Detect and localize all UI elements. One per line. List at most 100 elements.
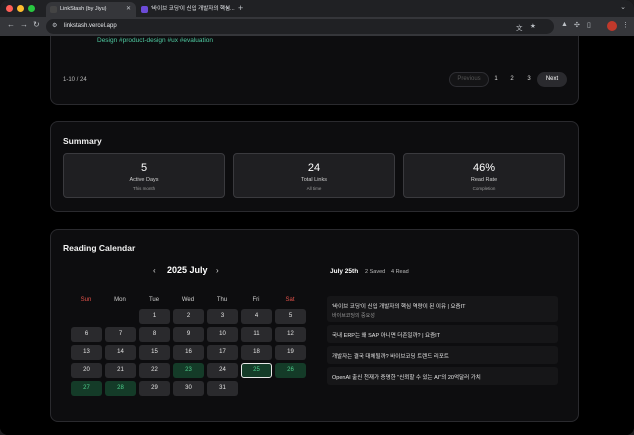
stat-sublabel: All time bbox=[306, 186, 322, 191]
stat-total-links: 24 Total Links All time bbox=[233, 153, 395, 198]
calendar-day-10[interactable]: 10 bbox=[207, 327, 238, 342]
weekday-mon: Mon bbox=[114, 297, 126, 303]
link-entry[interactable]: 국내 ERP는 왜 SAP 아니면 더존일까? | 요즘IT bbox=[327, 325, 558, 343]
calendar-day-15[interactable]: 15 bbox=[139, 345, 170, 360]
next-month-icon[interactable]: › bbox=[216, 266, 219, 275]
url-text: linkstash.vercel.app bbox=[64, 22, 117, 29]
calendar-day-25[interactable]: 25 bbox=[241, 363, 272, 378]
new-tab-button[interactable]: + bbox=[238, 2, 243, 15]
menu-icon[interactable]: ⋮ bbox=[622, 21, 629, 29]
previous-month-icon[interactable]: ‹ bbox=[153, 266, 156, 275]
link-entry[interactable]: 개발자는 결국 대체될까? 바이브코딩 트렌드 리포트 bbox=[327, 346, 558, 364]
link-title: '바이브 코딩'이 신입 개발자의 핵심 역량이 된 이유 | 요즘IT bbox=[332, 304, 466, 310]
stat-value: 5 bbox=[140, 162, 148, 174]
page-1-button[interactable]: 1 bbox=[489, 72, 503, 87]
calendar-day-24[interactable]: 24 bbox=[207, 363, 238, 378]
summary-title: Summary bbox=[63, 136, 102, 146]
link-tags: Design #product-design #ux #evaluation bbox=[97, 37, 213, 44]
calendar-day-22[interactable]: 22 bbox=[139, 363, 170, 378]
stat-label: Read Rate bbox=[470, 177, 498, 183]
profile-avatar[interactable] bbox=[607, 21, 617, 31]
calendar-day-23[interactable]: 23 bbox=[173, 363, 204, 378]
calendar-day-27[interactable]: 27 bbox=[71, 381, 102, 396]
stat-sublabel: This month bbox=[132, 186, 156, 191]
page-content: Design #product-design #ux #evaluation 1… bbox=[0, 36, 634, 435]
close-tab-icon[interactable]: ✕ bbox=[225, 2, 230, 17]
calendar-day-2[interactable]: 2 bbox=[173, 309, 204, 324]
calendar-day-3[interactable]: 3 bbox=[207, 309, 238, 324]
link-entry[interactable]: '바이브 코딩'이 신입 개발자의 핵심 역량이 된 이유 | 요즘IT 바이브… bbox=[327, 296, 558, 322]
read-count: 4 Read bbox=[391, 269, 409, 275]
calendar-day-30[interactable]: 30 bbox=[173, 381, 204, 396]
maximize-window-button[interactable] bbox=[28, 5, 35, 12]
weekday-fri: Fri bbox=[252, 297, 260, 303]
extensions-puzzle-icon[interactable]: ✣ bbox=[574, 21, 580, 29]
calendar-day-13[interactable]: 13 bbox=[71, 345, 102, 360]
favicon-icon bbox=[50, 6, 57, 13]
link-entry[interactable]: OpenAI 출신 천재가 증명한 "신뢰할 수 있는 AI"의 20억달러 가… bbox=[327, 367, 558, 385]
forward-icon[interactable]: → bbox=[20, 20, 28, 29]
close-tab-icon[interactable]: ✕ bbox=[126, 2, 131, 17]
calendar-day-19[interactable]: 19 bbox=[275, 345, 306, 360]
next-page-button[interactable]: Next bbox=[537, 72, 567, 87]
tab-linkstash[interactable]: LinkStash (by Jiyu) ✕ bbox=[46, 2, 136, 17]
calendar-day-29[interactable]: 29 bbox=[139, 381, 170, 396]
previous-page-button[interactable]: Previous bbox=[449, 72, 489, 87]
stat-read-rate: 46% Read Rate Completion bbox=[403, 153, 565, 198]
calendar-day-20[interactable]: 20 bbox=[71, 363, 102, 378]
calendar-day-21[interactable]: 21 bbox=[105, 363, 136, 378]
back-icon[interactable]: ← bbox=[7, 20, 15, 29]
page-2-button[interactable]: 2 bbox=[505, 72, 519, 87]
reload-icon[interactable]: ↻ bbox=[33, 20, 40, 29]
calendar-title: Reading Calendar bbox=[63, 243, 136, 253]
calendar-day-5[interactable]: 5 bbox=[275, 309, 306, 324]
link-title: 국내 ERP는 왜 SAP 아니면 더존일까? | 요즘IT bbox=[332, 333, 441, 339]
calendar-day-31[interactable]: 31 bbox=[207, 381, 238, 396]
link-title: 개발자는 결국 대체될까? 바이브코딩 트렌드 리포트 bbox=[332, 354, 449, 360]
calendar-day-4[interactable]: 4 bbox=[241, 309, 272, 324]
sidepanel-icon[interactable]: ▯ bbox=[587, 21, 591, 29]
page-3-button[interactable]: 3 bbox=[522, 72, 536, 87]
calendar-day-16[interactable]: 16 bbox=[173, 345, 204, 360]
saved-count: 2 Saved bbox=[365, 269, 386, 275]
calendar-day-11[interactable]: 11 bbox=[241, 327, 272, 342]
calendar-day-8[interactable]: 8 bbox=[139, 327, 170, 342]
weekday-wed: Wed bbox=[181, 297, 195, 303]
link-title: OpenAI 출신 천재가 증명한 "신뢰할 수 있는 AI"의 20억달러 가… bbox=[332, 375, 481, 381]
tab-bar: LinkStash (by Jiyu) ✕ '바이브 코딩'이 신입 개발자의 … bbox=[0, 0, 634, 17]
site-info-icon[interactable]: ⚙ bbox=[52, 22, 57, 29]
calendar-day-7[interactable]: 7 bbox=[105, 327, 136, 342]
translate-icon[interactable]: 文 bbox=[516, 22, 523, 32]
stat-value: 24 bbox=[307, 162, 321, 174]
weekday-sat: Sat bbox=[285, 297, 295, 303]
calendar-day-9[interactable]: 9 bbox=[173, 327, 204, 342]
close-window-button[interactable] bbox=[6, 5, 13, 12]
stat-label: Active Days bbox=[129, 177, 159, 183]
link-tag: 바이브코딩의 중요성 bbox=[332, 313, 375, 319]
stat-sublabel: Completion bbox=[472, 186, 496, 191]
calendar-day-17[interactable]: 17 bbox=[207, 345, 238, 360]
calendar-day-28[interactable]: 28 bbox=[105, 381, 136, 396]
weekday-thu: Thu bbox=[216, 297, 228, 303]
calendar-day-14[interactable]: 14 bbox=[105, 345, 136, 360]
calendar-day-6[interactable]: 6 bbox=[71, 327, 102, 342]
calendar-day-1[interactable]: 1 bbox=[139, 309, 170, 324]
tab-article[interactable]: '바이브 코딩'이 신입 개발자의 핵심... ✕ bbox=[137, 2, 235, 17]
links-card: Design #product-design #ux #evaluation 1… bbox=[50, 36, 579, 105]
calendar-day-26[interactable]: 26 bbox=[275, 363, 306, 378]
calendar-day-18[interactable]: 18 bbox=[241, 345, 272, 360]
favicon-icon bbox=[141, 6, 148, 13]
bookmark-star-icon[interactable]: ★ bbox=[530, 22, 536, 30]
extension-icon[interactable]: ▲ bbox=[561, 21, 568, 28]
address-bar[interactable]: ⚙ linkstash.vercel.app 文 ★ bbox=[46, 19, 554, 34]
tab-title: LinkStash (by Jiyu) bbox=[60, 6, 107, 12]
minimize-window-button[interactable] bbox=[17, 5, 24, 12]
tab-search-icon[interactable]: ⌄ bbox=[620, 3, 626, 11]
browser-toolbar: ← → ↻ ⚙ linkstash.vercel.app 文 ★ ▲ ✣ ▯ ⋮ bbox=[0, 17, 634, 36]
weekday-tue: Tue bbox=[148, 297, 160, 303]
pagination-range: 1-10 / 24 bbox=[63, 77, 87, 83]
weekday-sun: Sun bbox=[80, 297, 92, 303]
calendar-day-12[interactable]: 12 bbox=[275, 327, 306, 342]
stat-value: 46% bbox=[472, 162, 496, 174]
tab-title: '바이브 코딩'이 신입 개발자의 핵심... bbox=[151, 6, 235, 12]
